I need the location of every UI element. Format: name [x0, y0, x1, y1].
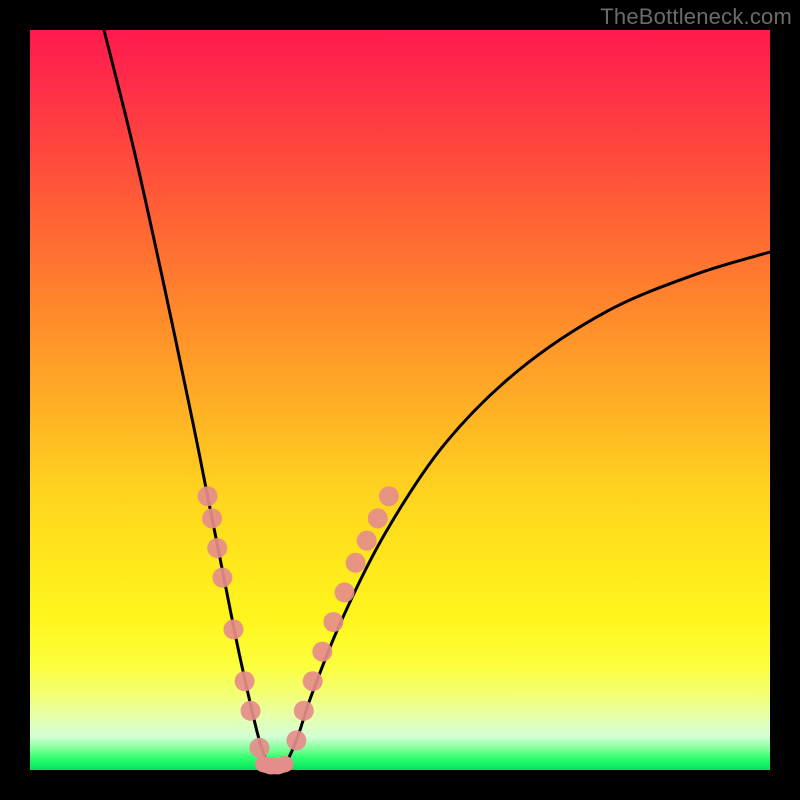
data-marker — [212, 568, 232, 588]
watermark-text: TheBottleneck.com — [600, 4, 792, 30]
curve-layer — [104, 30, 770, 772]
data-marker — [323, 612, 343, 632]
data-marker — [346, 553, 366, 573]
data-marker — [277, 756, 293, 772]
bottleneck-curve-path — [104, 30, 770, 772]
marker-layer — [198, 486, 399, 774]
chart-svg — [30, 30, 770, 770]
data-marker — [235, 671, 255, 691]
data-marker — [224, 619, 244, 639]
chart-frame: TheBottleneck.com — [0, 0, 800, 800]
data-marker — [335, 582, 355, 602]
data-marker — [379, 486, 399, 506]
data-marker — [207, 538, 227, 558]
data-marker — [241, 701, 261, 721]
data-marker — [198, 486, 218, 506]
data-marker — [202, 508, 222, 528]
data-marker — [303, 671, 323, 691]
plot-area — [30, 30, 770, 770]
data-marker — [312, 642, 332, 662]
data-marker — [368, 508, 388, 528]
data-marker — [286, 730, 306, 750]
data-marker — [294, 701, 314, 721]
data-marker — [357, 531, 377, 551]
data-marker — [249, 738, 269, 758]
